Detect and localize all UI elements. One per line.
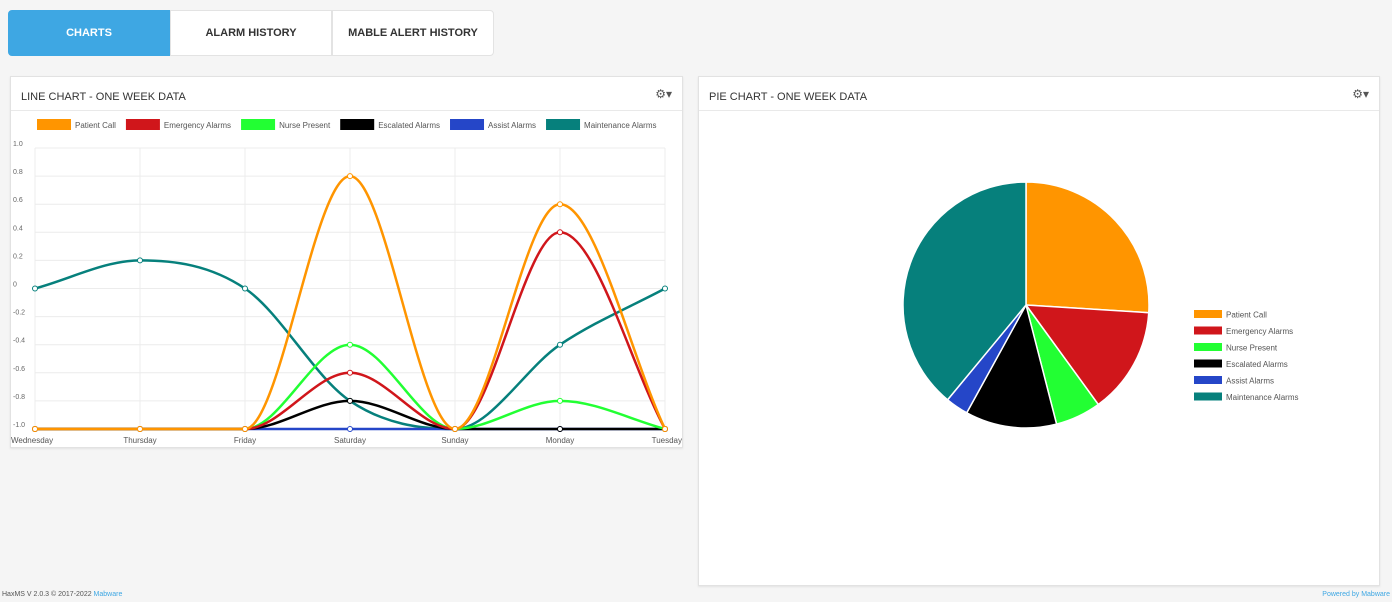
y-tick-label: -0.2 <box>13 310 25 317</box>
legend-label: Emergency Alarms <box>164 121 231 130</box>
data-point <box>32 426 38 432</box>
legend-label: Nurse Present <box>279 121 331 130</box>
tab-charts[interactable]: CHARTS <box>8 10 170 56</box>
data-point <box>347 369 353 376</box>
legend-label: Maintenance Alarms <box>1226 393 1298 402</box>
pie-chart-title: PIE CHART - ONE WEEK DATA <box>709 91 868 103</box>
line-chart-panel: LINE CHART - ONE WEEK DATA ⚙▾ Patient Ca… <box>10 76 683 448</box>
y-tick-label: 0.6 <box>13 197 23 204</box>
y-tick-label: 0.2 <box>13 253 23 260</box>
y-tick-label: 1.0 <box>13 141 23 148</box>
legend-swatch <box>125 119 160 130</box>
legend-swatch <box>1194 310 1222 318</box>
panel-divider <box>699 110 1379 111</box>
legend-label: Assist Alarms <box>1226 377 1274 386</box>
data-point <box>137 426 143 432</box>
footer-copyright: HaxMS V 2.0.3 © 2017-2022 Mabware <box>2 591 122 598</box>
legend-label: Patient Call <box>75 121 116 130</box>
legend-swatch <box>37 119 71 130</box>
settings-dropdown-icon[interactable]: ⚙▾ <box>655 87 672 101</box>
data-point <box>242 285 248 292</box>
data-point <box>662 426 668 432</box>
legend-swatch <box>1194 326 1222 335</box>
data-point <box>347 426 353 432</box>
legend-swatch <box>241 119 276 130</box>
legend-label: Nurse Present <box>1226 344 1278 353</box>
legend-label: Emergency Alarms <box>1226 327 1293 336</box>
data-point <box>347 173 353 180</box>
data-point <box>452 426 458 432</box>
panel-divider <box>11 110 682 111</box>
pie-slice <box>1025 181 1150 314</box>
y-tick-label: -1.0 <box>13 422 25 429</box>
y-tick-label: -0.4 <box>13 338 25 345</box>
data-point <box>347 341 353 348</box>
data-point <box>32 285 38 292</box>
pie-chart: Patient Call Emergency Alarms Nurse Presen… <box>902 181 1298 429</box>
footer-brand-link[interactable]: Mabware <box>94 591 123 598</box>
data-point <box>557 397 563 404</box>
footer-text: HaxMS V 2.0.3 © 2017-2022 <box>2 591 94 598</box>
legend-swatch <box>450 119 485 130</box>
data-point <box>557 341 563 348</box>
legend-label: Patient Call <box>1226 311 1267 320</box>
data-point <box>347 397 353 404</box>
footer-powered-by[interactable]: Powered by Mabware <box>1322 591 1390 598</box>
x-tick-label: Sunday <box>441 436 468 445</box>
legend-label: Escalated Alarms <box>1226 360 1288 369</box>
y-tick-label: 0.4 <box>13 225 23 232</box>
x-tick-label: Friday <box>234 436 256 445</box>
y-tick-label: -0.8 <box>13 394 25 401</box>
line-chart: Patient Call Emergency Alarms Nurse Presen… <box>11 119 682 445</box>
data-point <box>557 426 563 432</box>
legend-swatch <box>1194 359 1222 368</box>
legend-swatch <box>546 119 581 130</box>
legend-label: Maintenance Alarms <box>584 121 656 130</box>
x-tick-label: Saturday <box>334 436 366 445</box>
data-point <box>137 257 143 264</box>
legend-label: Escalated Alarms <box>378 121 440 130</box>
tab-mable-alert-history[interactable]: MABLE ALERT HISTORY <box>332 10 494 56</box>
x-tick-label: Thursday <box>123 436 156 445</box>
x-tick-label: Monday <box>546 436 574 445</box>
tab-alarm-history[interactable]: ALARM HISTORY <box>170 10 332 56</box>
y-tick-label: 0 <box>13 282 17 289</box>
data-point <box>557 201 563 208</box>
line-chart-title: LINE CHART - ONE WEEK DATA <box>21 91 186 103</box>
y-tick-label: 0.8 <box>13 169 23 176</box>
data-point <box>557 229 563 236</box>
settings-dropdown-icon[interactable]: ⚙▾ <box>1352 87 1369 101</box>
legend-label: Assist Alarms <box>488 121 536 130</box>
legend-swatch <box>1194 392 1222 401</box>
x-tick-label: Tuesday <box>652 436 682 445</box>
data-point <box>662 285 668 292</box>
legend-swatch <box>1194 376 1222 384</box>
x-tick-label: Wednesday <box>11 436 53 445</box>
legend-swatch <box>340 119 375 130</box>
y-tick-label: -0.6 <box>13 366 25 373</box>
tab-bar: CHARTS ALARM HISTORY MABLE ALERT HISTORY <box>8 10 494 56</box>
pie-chart-panel: PIE CHART - ONE WEEK DATA ⚙▾ Patient Cal… <box>698 76 1380 586</box>
data-point <box>242 426 248 432</box>
legend-swatch <box>1194 343 1222 351</box>
